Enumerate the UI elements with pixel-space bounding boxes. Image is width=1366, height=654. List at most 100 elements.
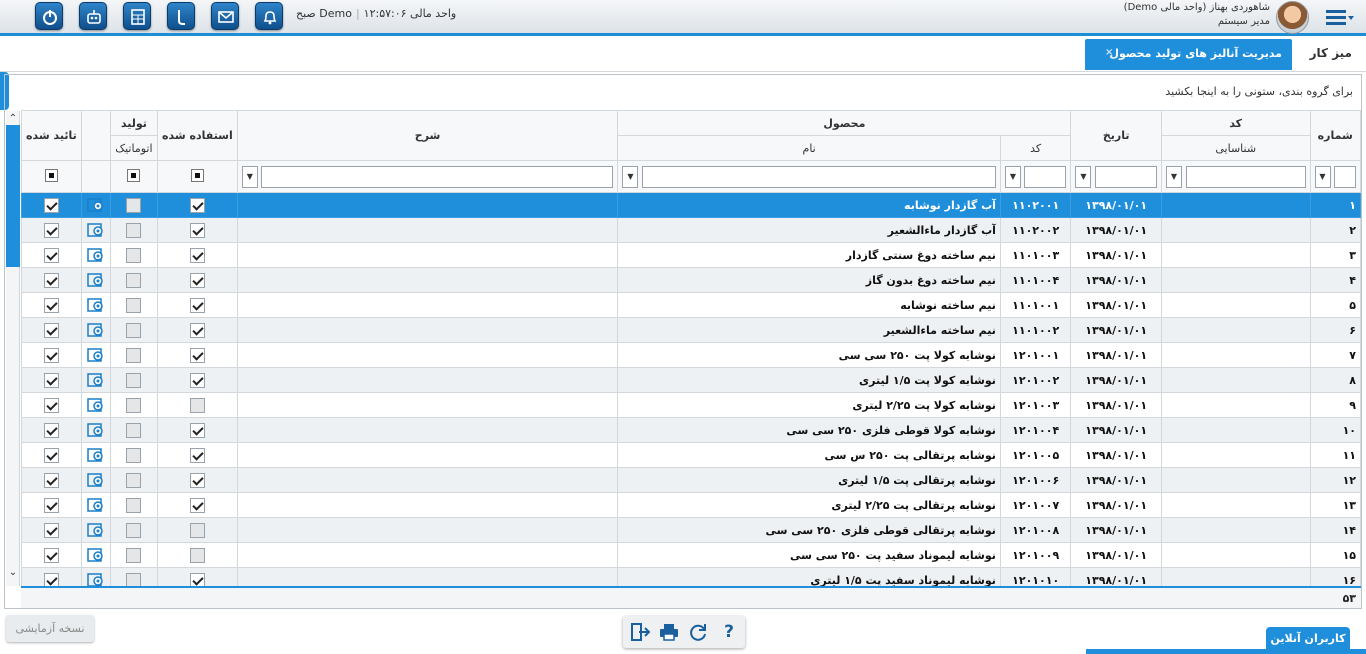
auto-production-checkbox[interactable]	[126, 522, 142, 538]
table-row[interactable]: ۲ ۱۳۹۸/۰۱/۰۱ ۱۱۰۲۰۰۲ آب گازدار ماءالشعیر	[21, 217, 1361, 243]
view-details-icon[interactable]	[87, 472, 105, 488]
used-checkbox[interactable]	[189, 497, 205, 513]
view-details-icon[interactable]	[87, 447, 105, 463]
filter-dropdown-icon[interactable]: ▼	[1004, 165, 1021, 188]
tab-dashboard[interactable]: میز کار	[1310, 46, 1352, 60]
table-row[interactable]: ۱ ۱۳۹۸/۰۱/۰۱ ۱۱۰۲۰۰۱ آب گازدار نوشابه	[21, 192, 1361, 218]
used-checkbox[interactable]	[189, 522, 205, 538]
auto-production-checkbox[interactable]	[126, 297, 142, 313]
scroll-up-icon[interactable]: ⌃	[6, 113, 20, 124]
col-product-name[interactable]: نام	[617, 135, 1001, 161]
mail-button[interactable]	[211, 2, 239, 30]
filter-approved-checkbox[interactable]	[44, 168, 58, 182]
filter-product-name-input[interactable]	[641, 165, 996, 188]
scroll-down-icon[interactable]: ⌄	[6, 567, 20, 578]
table-row[interactable]: ۳ ۱۳۹۸/۰۱/۰۱ ۱۱۰۱۰۰۳ نیم ساخته دوغ سنتی گاز…	[21, 242, 1361, 268]
table-row[interactable]: ۱۳ ۱۳۹۸/۰۱/۰۱ ۱۲۰۱۰۰۷ نوشابه پرتقالی پت ۲/۲…	[21, 492, 1361, 518]
used-checkbox[interactable]	[189, 547, 205, 563]
view-details-icon[interactable]	[87, 222, 105, 238]
col-id-code-top[interactable]: کد	[1160, 110, 1311, 136]
used-checkbox[interactable]	[189, 272, 205, 288]
auto-production-checkbox[interactable]	[126, 272, 142, 288]
used-checkbox[interactable]	[189, 372, 205, 388]
view-details-icon[interactable]	[87, 272, 105, 288]
table-row[interactable]: ۱۵ ۱۳۹۸/۰۱/۰۱ ۱۲۰۱۰۰۹ نوشابه لیموناد سفید پ…	[21, 542, 1361, 568]
view-details-icon[interactable]	[87, 547, 105, 563]
auto-production-checkbox[interactable]	[126, 472, 142, 488]
filter-product-code-input[interactable]	[1024, 165, 1067, 188]
used-checkbox[interactable]	[189, 222, 205, 238]
auto-production-checkbox[interactable]	[126, 397, 142, 413]
approved-checkbox[interactable]	[43, 522, 59, 538]
table-row[interactable]: ۵ ۱۳۹۸/۰۱/۰۱ ۱۱۰۱۰۰۱ نیم ساخته نوشابه	[21, 292, 1361, 318]
online-users-tab[interactable]: کاربران آنلاین	[1266, 627, 1350, 651]
view-details-icon[interactable]	[87, 372, 105, 388]
approved-checkbox[interactable]	[43, 247, 59, 263]
table-row[interactable]: ۱۱ ۱۳۹۸/۰۱/۰۱ ۱۲۰۱۰۰۵ نوشابه پرتقالی پت ۲۵۰…	[21, 442, 1361, 468]
filter-dropdown-icon[interactable]: ▼	[622, 165, 639, 188]
view-details-icon[interactable]	[87, 322, 105, 338]
filter-dropdown-icon[interactable]: ▼	[1075, 165, 1092, 188]
approved-checkbox[interactable]	[43, 297, 59, 313]
used-checkbox[interactable]	[189, 297, 205, 313]
table-row[interactable]: ۱۲ ۱۳۹۸/۰۱/۰۱ ۱۲۰۱۰۰۶ نوشابه پرتقالی پت ۱/۵…	[21, 467, 1361, 493]
filter-dropdown-icon[interactable]: ▼	[241, 165, 258, 188]
filter-date-input[interactable]	[1094, 165, 1157, 188]
scrollbar-thumb[interactable]	[6, 125, 20, 267]
auto-production-checkbox[interactable]	[126, 547, 142, 563]
auto-production-checkbox[interactable]	[126, 222, 142, 238]
main-menu-button[interactable]	[1326, 7, 1356, 27]
col-date[interactable]: تاریخ	[1070, 110, 1162, 161]
approved-checkbox[interactable]	[43, 422, 59, 438]
col-auto-top[interactable]: تولید	[109, 110, 159, 136]
filter-dropdown-icon[interactable]: ▼	[1166, 165, 1182, 188]
col-row-number[interactable]: شماره	[1309, 110, 1361, 161]
approved-checkbox[interactable]	[43, 472, 59, 488]
table-row[interactable]: ۶ ۱۳۹۸/۰۱/۰۱ ۱۱۰۱۰۰۲ نیم ساخته ماءالشعیر	[21, 317, 1361, 343]
auto-production-checkbox[interactable]	[126, 347, 142, 363]
approved-checkbox[interactable]	[43, 397, 59, 413]
filter-auto-checkbox[interactable]	[127, 168, 141, 182]
print-button[interactable]	[658, 622, 680, 642]
used-checkbox[interactable]	[189, 322, 205, 338]
used-checkbox[interactable]	[189, 447, 205, 463]
auto-production-checkbox[interactable]	[126, 422, 142, 438]
robot-button[interactable]	[79, 2, 107, 30]
view-details-icon[interactable]	[87, 247, 105, 263]
power-button[interactable]	[35, 2, 63, 30]
col-product-code[interactable]: کد	[999, 135, 1072, 161]
filter-dropdown-icon[interactable]: ▼	[1314, 165, 1331, 188]
auto-production-checkbox[interactable]	[126, 247, 142, 263]
approved-checkbox[interactable]	[43, 222, 59, 238]
approved-checkbox[interactable]	[43, 547, 59, 563]
approved-checkbox[interactable]	[43, 447, 59, 463]
used-checkbox[interactable]	[189, 247, 205, 263]
col-approved[interactable]: تائید شده	[21, 110, 82, 161]
used-checkbox[interactable]	[189, 197, 205, 213]
used-checkbox[interactable]	[189, 347, 205, 363]
col-description[interactable]: شرح	[236, 110, 619, 161]
filter-id-code-input[interactable]	[1185, 165, 1306, 188]
table-row[interactable]: ۷ ۱۳۹۸/۰۱/۰۱ ۱۲۰۱۰۰۱ نوشابه کولا پت ۲۵۰ سی …	[21, 342, 1361, 368]
view-details-icon[interactable]	[87, 522, 105, 538]
auto-production-checkbox[interactable]	[126, 197, 142, 213]
group-by-hint[interactable]: برای گروه بندی، ستونی را به اینجا بکشید	[1165, 85, 1353, 98]
view-details-icon[interactable]	[87, 397, 105, 413]
approved-checkbox[interactable]	[43, 347, 59, 363]
notifications-button[interactable]	[255, 2, 283, 30]
used-checkbox[interactable]	[189, 397, 205, 413]
avatar[interactable]	[1276, 1, 1309, 34]
table-row[interactable]: ۱۰ ۱۳۹۸/۰۱/۰۱ ۱۲۰۱۰۰۴ نوشابه کولا قوطی فلزی…	[21, 417, 1361, 443]
table-row[interactable]: ۸ ۱۳۹۸/۰۱/۰۱ ۱۲۰۱۰۰۲ نوشابه کولا پت ۱/۵ لیت…	[21, 367, 1361, 393]
calculator-button[interactable]	[123, 2, 151, 30]
auto-production-checkbox[interactable]	[126, 322, 142, 338]
auto-production-checkbox[interactable]	[126, 497, 142, 513]
view-details-icon[interactable]	[87, 197, 105, 213]
approved-checkbox[interactable]	[43, 497, 59, 513]
col-id-code-bottom[interactable]: شناسایی	[1160, 135, 1311, 161]
refresh-button[interactable]	[687, 622, 709, 642]
used-checkbox[interactable]	[189, 422, 205, 438]
view-details-icon[interactable]	[87, 497, 105, 513]
filter-used-checkbox[interactable]	[190, 168, 204, 182]
approved-checkbox[interactable]	[43, 322, 59, 338]
